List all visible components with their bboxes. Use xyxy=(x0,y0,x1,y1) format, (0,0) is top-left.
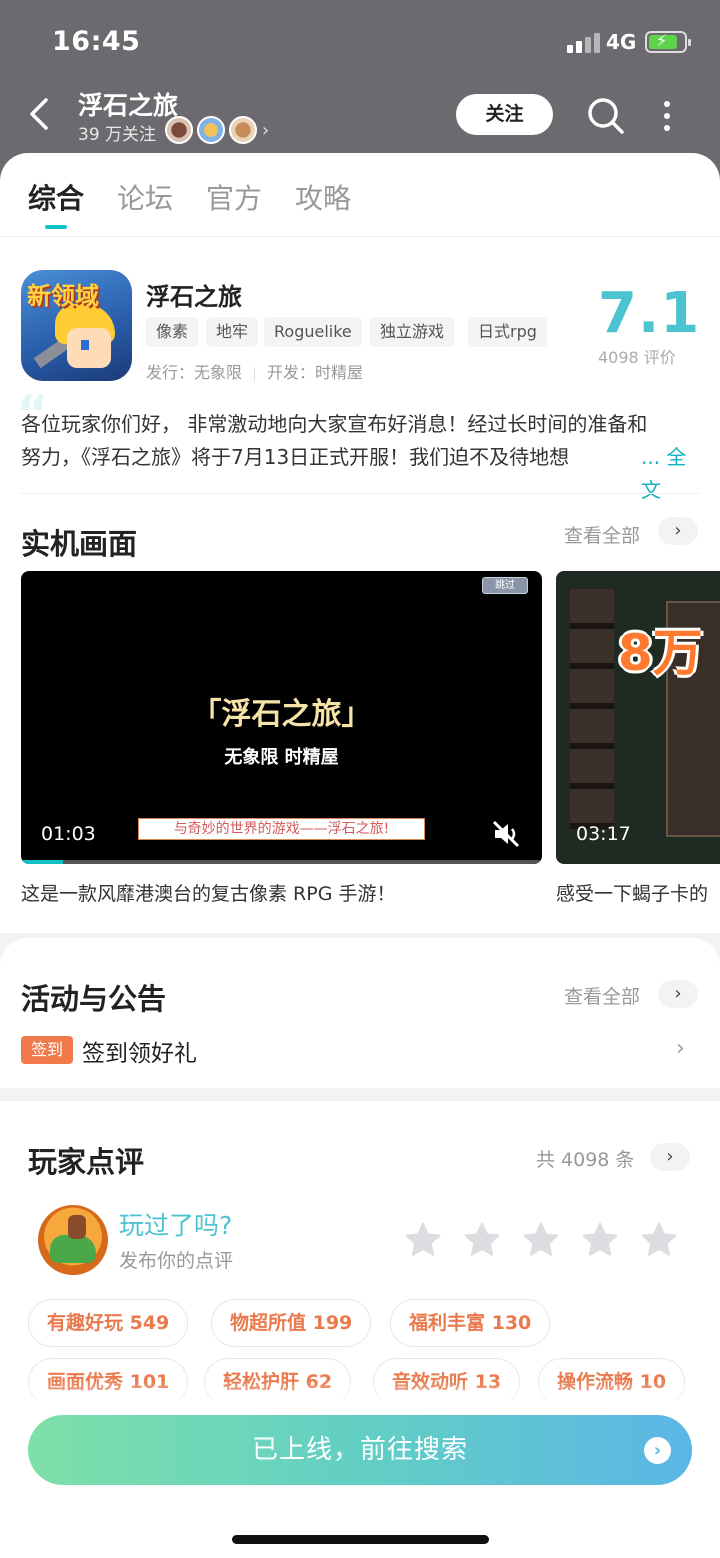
star-icon[interactable] xyxy=(520,1219,562,1261)
tag[interactable]: Roguelike xyxy=(264,317,362,347)
played-prompt: 玩过了吗? xyxy=(119,1211,233,1240)
chevron-right-icon[interactable]: › xyxy=(262,120,269,141)
review-tag[interactable]: 福利丰富 130 xyxy=(390,1299,551,1347)
tab-official[interactable]: 官方 xyxy=(206,177,262,217)
overview-card: 综合 论坛 官方 攻略 新领域 浮石之旅 像素 地牢 Roguelike 独立游… xyxy=(0,153,720,933)
tag[interactable]: 日式rpg xyxy=(468,317,547,347)
video-duration: 03:17 xyxy=(576,823,631,845)
review-total[interactable]: 共 4098 条 xyxy=(536,1145,634,1172)
announcement[interactable]: 各位玩家你们好， 非常激动地向大家宣布好消息！经过长时间的准备和 努力，《浮石之… xyxy=(21,408,701,507)
back-icon[interactable] xyxy=(26,94,54,134)
video-thumbnail[interactable]: 跳过 「浮石之旅」 无象限 时精屋 与奇妙的世界的游戏——浮石之旅! 01:03 xyxy=(21,571,542,864)
signal-icon xyxy=(567,33,601,53)
chevron-right-icon[interactable]: › xyxy=(644,1437,671,1464)
tab-guide[interactable]: 攻略 xyxy=(295,177,351,217)
star-icon[interactable] xyxy=(638,1219,680,1261)
game-name: 浮石之旅 xyxy=(146,283,242,311)
chevron-right-icon[interactable]: › xyxy=(658,980,698,1008)
video-subline: 无象限 时精屋 xyxy=(224,747,339,768)
star-icon[interactable] xyxy=(461,1219,503,1261)
follow-button[interactable]: 关注 xyxy=(456,94,553,135)
video-headline: 「浮石之旅」 xyxy=(191,697,372,732)
home-indicator[interactable] xyxy=(232,1535,489,1544)
review-tag[interactable]: 有趣好玩 549 xyxy=(28,1299,189,1347)
read-more-link[interactable]: ... 全文 xyxy=(621,441,701,507)
developer[interactable]: 开发：时精屋 xyxy=(267,363,363,382)
search-cta-button[interactable]: 已上线，前往搜索 xyxy=(28,1415,692,1485)
network-type: 4G xyxy=(606,30,637,54)
review-tag[interactable]: 物超所值 199 xyxy=(211,1299,372,1347)
video-caption[interactable]: 感受一下蝎子卡的 xyxy=(556,879,708,906)
mute-icon[interactable] xyxy=(491,819,521,849)
tag[interactable]: 像素 xyxy=(146,317,199,347)
tag[interactable]: 独立游戏 xyxy=(370,317,455,347)
skip-label: 跳过 xyxy=(482,577,528,594)
video-thumbnail[interactable]: 8万 03:17 xyxy=(556,571,720,864)
tab-bar: 综合 论坛 官方 攻略 xyxy=(0,153,720,237)
publisher-info: 发行：无象限 开发：时精屋 xyxy=(146,359,363,383)
search-icon[interactable] xyxy=(586,96,626,136)
game-icon[interactable]: 新领域 xyxy=(21,270,132,381)
video-progress xyxy=(21,860,542,864)
status-time: 16:45 xyxy=(52,26,141,57)
tab-forum[interactable]: 论坛 xyxy=(117,177,173,217)
checkin-badge: 签到 xyxy=(21,1036,73,1064)
avatar xyxy=(165,116,193,144)
avatar xyxy=(229,116,257,144)
checkin-item[interactable]: 签到领好礼 xyxy=(82,1034,197,1068)
see-all-screenshots[interactable]: 查看全部 xyxy=(564,521,640,548)
chevron-right-icon[interactable]: › xyxy=(676,1036,685,1061)
star-icon[interactable] xyxy=(579,1219,621,1261)
tag[interactable]: 地牢 xyxy=(206,317,259,347)
video-banner: 与奇妙的世界的游戏——浮石之旅! xyxy=(138,818,425,840)
status-bar: 16:45 4G ⚡ xyxy=(0,0,720,86)
publisher[interactable]: 发行：无象限 xyxy=(146,363,242,382)
star-icon[interactable] xyxy=(402,1219,444,1261)
avatar xyxy=(38,1205,108,1275)
top-nav: 浮石之旅 39 万关注 › 关注 xyxy=(0,86,720,156)
chevron-right-icon[interactable]: › xyxy=(658,517,698,545)
follower-count[interactable]: 39 万关注 xyxy=(78,120,156,145)
nav-title: 浮石之旅 xyxy=(78,91,179,120)
avatar xyxy=(197,116,225,144)
tab-indicator xyxy=(45,225,67,229)
see-all-activity[interactable]: 查看全部 xyxy=(564,982,640,1009)
score: 7.1 xyxy=(598,281,701,346)
post-review-link[interactable]: 发布你的点评 xyxy=(119,1246,233,1273)
chevron-right-icon[interactable]: › xyxy=(650,1143,690,1171)
more-vertical-icon[interactable] xyxy=(662,100,672,132)
battery-icon: ⚡ xyxy=(645,31,691,53)
rating-count: 4098 评价 xyxy=(598,348,676,367)
video-overlay-text: 8万 xyxy=(618,624,703,682)
activity-card: 活动与公告 查看全部 › 签到 签到领好礼 › xyxy=(0,938,720,1088)
divider xyxy=(21,493,699,494)
section-title-screenshots: 实机画面 xyxy=(21,527,138,561)
video-duration: 01:03 xyxy=(41,823,96,845)
section-title-reviews: 玩家点评 xyxy=(28,1145,145,1179)
tab-overview[interactable]: 综合 xyxy=(28,177,84,217)
video-caption[interactable]: 这是一款风靡港澳台的复古像素 RPG 手游！ xyxy=(21,879,395,906)
section-title-activity: 活动与公告 xyxy=(21,982,167,1016)
